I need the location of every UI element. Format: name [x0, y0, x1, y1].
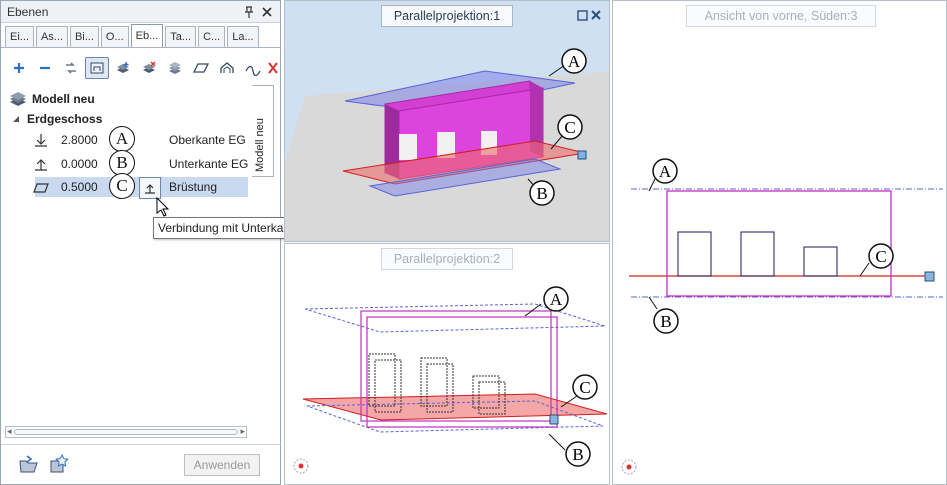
scrollbar-thumb[interactable]	[14, 429, 238, 435]
plane-level-icon	[33, 183, 49, 193]
view2-label-a: A	[550, 290, 563, 309]
viewport-parallel-2[interactable]: A C B Parallelprojektion:2	[284, 243, 610, 485]
layer-stack-icon[interactable]	[163, 57, 187, 79]
view1-label-c: C	[564, 118, 575, 137]
remove-level-button[interactable]	[33, 57, 57, 79]
level-value: 0.0000	[61, 157, 98, 171]
panel-titlebar: Ebenen	[1, 1, 280, 23]
viewport-2-canvas[interactable]: A C B	[285, 244, 610, 485]
scroll-left-icon[interactable]: ◂	[7, 426, 12, 437]
favorite-folder-icon[interactable]	[49, 454, 69, 474]
top-edge-icon	[35, 134, 47, 147]
bottom-edge-icon	[35, 159, 47, 171]
scroll-right-icon[interactable]: ▸	[240, 426, 245, 437]
view3-label-c: C	[875, 247, 886, 266]
level-name: Brüstung	[169, 180, 218, 194]
view3-title[interactable]: Ansicht von vorne, Süden:3	[686, 5, 876, 27]
level-row-bottom[interactable]: 0.0000 B Unterkante EG	[3, 150, 250, 176]
view2-label-c: C	[579, 378, 590, 397]
model-icon	[10, 92, 26, 106]
remove-icon[interactable]	[267, 57, 279, 79]
link-bottom-button[interactable]	[139, 177, 161, 199]
panel-tabs: Ei... As... Bi... O... Eb... Ta... C... …	[5, 24, 261, 47]
curve-icon[interactable]	[241, 57, 265, 79]
view2-label-b: B	[572, 445, 583, 464]
add-level-button[interactable]	[7, 57, 31, 79]
view3-label-b: B	[660, 312, 671, 331]
tab-ebenen[interactable]: Eb...	[130, 24, 164, 47]
tab-divider	[1, 47, 281, 48]
layers-panel: Ebenen Ei... As... Bi... O... Eb... Ta..…	[0, 0, 310, 485]
tab-c[interactable]: C...	[198, 26, 226, 47]
view1-label-b: B	[536, 184, 547, 203]
level-row-top[interactable]: 2.8000 A Oberkante EG	[3, 126, 250, 152]
close-icon[interactable]	[260, 5, 274, 19]
tab-bi[interactable]: Bi...	[69, 26, 99, 47]
tab-ei[interactable]: Ei...	[5, 26, 34, 47]
collapse-arrow-icon[interactable]	[11, 114, 21, 124]
open-folder-icon[interactable]	[19, 455, 39, 473]
level-value: 0.5000	[61, 180, 98, 194]
viewport-1-canvas[interactable]: A C B	[285, 1, 610, 242]
horizontal-scrollbar[interactable]: ◂ ▸	[5, 426, 247, 438]
pin-icon[interactable]	[242, 5, 256, 19]
tree-model[interactable]: Modell neu	[9, 89, 95, 109]
level-delete-icon[interactable]	[137, 57, 161, 79]
level-row-parapet[interactable]: 0.5000 C Brüstung	[3, 173, 250, 199]
floor-name: Erdgeschoss	[27, 112, 103, 126]
view1-label-a: A	[568, 52, 581, 71]
link-bottom-icon	[145, 184, 155, 194]
tab-la[interactable]: La...	[227, 26, 259, 47]
tree-floor[interactable]: Erdgeschoss	[11, 109, 102, 129]
level-copy-icon[interactable]	[111, 57, 135, 79]
view3-label-a: A	[659, 162, 672, 181]
link-level-button[interactable]	[85, 57, 109, 79]
level-value: 2.8000	[61, 133, 98, 147]
mouse-cursor-icon	[156, 197, 170, 217]
vertical-tab-model[interactable]: Modell neu	[252, 85, 274, 177]
roof-icon[interactable]	[215, 57, 239, 79]
vertical-tab-label: Modell neu	[254, 118, 266, 172]
viewport-parallel-1[interactable]: A C B Parallelprojektion:1	[284, 0, 610, 242]
apply-button[interactable]: Anwenden	[184, 454, 260, 476]
tab-ta[interactable]: Ta...	[165, 26, 197, 47]
tab-as[interactable]: As...	[35, 26, 68, 47]
view1-title[interactable]: Parallelprojektion:1	[381, 5, 513, 27]
plane-icon[interactable]	[189, 57, 213, 79]
panel-footer: Anwenden	[1, 444, 281, 485]
model-name: Modell neu	[32, 92, 95, 106]
marker-a: A	[109, 126, 135, 152]
viewport-3-canvas[interactable]: A C B	[613, 1, 947, 485]
tab-o[interactable]: O...	[100, 26, 129, 47]
level-tree: Modell neu Erdgeschoss 2.8000 A Oberkant…	[3, 85, 250, 425]
layers-toolbar	[7, 57, 281, 79]
level-name: Unterkante EG	[169, 157, 249, 171]
marker-c: C	[109, 173, 135, 199]
level-name: Oberkante EG	[169, 133, 246, 147]
panel-title: Ebenen	[7, 4, 49, 19]
viewport-front-3[interactable]: A C B Ansicht von vorne, Süden:3	[612, 0, 947, 485]
transfer-icon[interactable]	[59, 57, 83, 79]
view2-title[interactable]: Parallelprojektion:2	[381, 248, 513, 270]
